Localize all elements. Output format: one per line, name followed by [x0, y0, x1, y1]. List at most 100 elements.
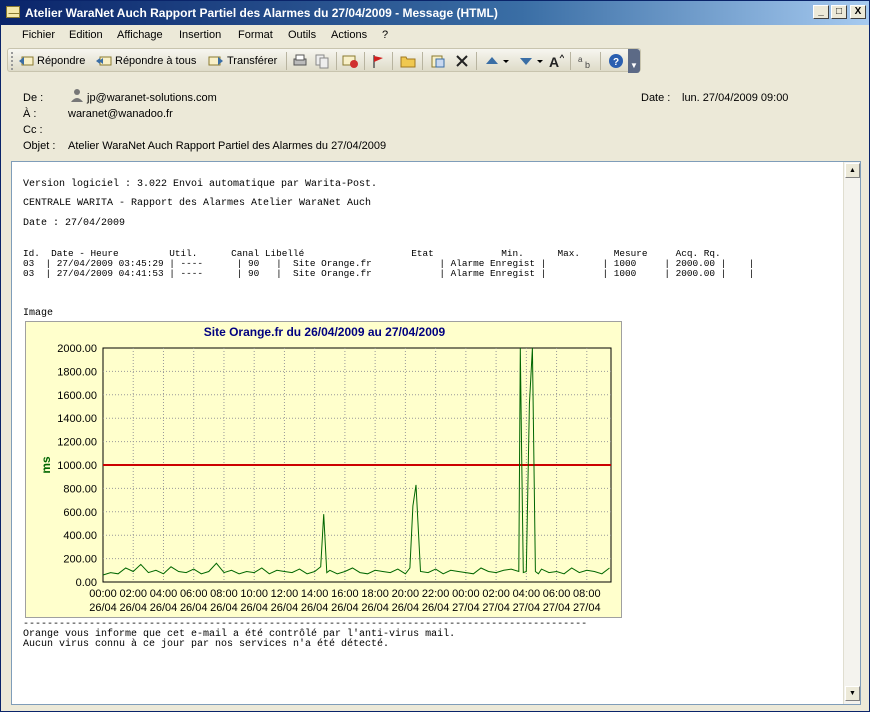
delete-button[interactable] — [454, 52, 473, 70]
x-tick-day: 26/04 — [210, 602, 238, 614]
svg-text:?: ? — [613, 57, 619, 68]
x-tick-day: 26/04 — [301, 602, 329, 614]
forward-button[interactable]: Transférer — [208, 52, 277, 70]
previous-item-button[interactable] — [484, 52, 503, 70]
toolbar-separator — [392, 52, 393, 70]
x-tick-time: 00:00 — [452, 588, 480, 600]
printer-icon — [293, 54, 307, 66]
y-tick-label: 1200.00 — [57, 437, 97, 449]
svg-text:b: b — [585, 60, 590, 69]
move-button[interactable] — [342, 52, 361, 70]
to-value[interactable]: waranet@wanadoo.fr — [68, 108, 173, 120]
x-tick-time: 14:00 — [301, 588, 329, 600]
font-size-button[interactable]: A — [548, 52, 567, 70]
copy-button[interactable] — [314, 52, 333, 70]
menu-help[interactable]: ? — [382, 29, 388, 41]
chart-plot: 0.00200.00400.00600.00800.001000.001200.… — [39, 343, 612, 614]
x-tick-day: 27/04 — [543, 602, 571, 614]
x-tick-day: 26/04 — [392, 602, 420, 614]
toolbar-separator — [336, 52, 337, 70]
x-tick-day: 26/04 — [150, 602, 178, 614]
image-label: Image — [23, 308, 54, 319]
x-tick-day: 27/04 — [452, 602, 480, 614]
x-tick-time: 08:00 — [210, 588, 238, 600]
x-tick-time: 02:00 — [119, 588, 147, 600]
body-version-line: Version logiciel : 3.022 Envoi automatiq… — [23, 179, 378, 190]
menu-bar: Fichier Edition Affichage Insertion Form… — [1, 25, 869, 47]
folder-icon — [400, 56, 416, 68]
next-item-button[interactable] — [518, 52, 537, 70]
subject-value: Atelier WaraNet Auch Rapport Partiel des… — [68, 140, 387, 152]
date-value: lun. 27/04/2009 09:00 — [682, 92, 789, 104]
menu-outils[interactable]: Outils — [288, 29, 316, 41]
x-tick-time: 10:00 — [240, 588, 268, 600]
alarm-table-row: 03 | 27/04/2009 04:41:53 | ---- | 90 | S… — [23, 268, 755, 279]
flag-button[interactable] — [370, 52, 389, 70]
response-time-chart: Site Orange.fr du 26/04/2009 au 27/04/20… — [25, 321, 622, 618]
message-body[interactable]: Version logiciel : 3.022 Envoi automatiq… — [11, 161, 861, 705]
help-icon: ? — [609, 54, 623, 68]
menu-edition[interactable]: Edition — [69, 29, 103, 41]
toolbar-separator — [600, 52, 601, 70]
antivirus-note-2: Aucun virus connu à ce jour par nos serv… — [23, 639, 390, 650]
encoding-button[interactable]: ab — [578, 52, 597, 70]
toolbar-grip[interactable] — [11, 52, 14, 70]
flag-icon — [373, 55, 383, 68]
menu-insertion[interactable]: Insertion — [179, 29, 221, 41]
x-tick-day: 27/04 — [482, 602, 510, 614]
minimize-button[interactable]: _ — [813, 5, 829, 19]
x-tick-day: 27/04 — [513, 602, 541, 614]
from-label: De : — [23, 92, 44, 104]
forward-icon — [208, 56, 223, 66]
previous-dropdown-button[interactable] — [502, 52, 510, 70]
print-button[interactable] — [292, 52, 311, 70]
sender-person-icon — [71, 89, 83, 102]
y-tick-label: 200.00 — [63, 554, 97, 566]
y-tick-label: 1000.00 — [57, 460, 97, 472]
x-tick-day: 26/04 — [361, 602, 389, 614]
folder-button[interactable] — [400, 52, 419, 70]
toolbar-separator — [422, 52, 423, 70]
x-tick-time: 06:00 — [543, 588, 571, 600]
maximize-button[interactable]: □ — [831, 5, 847, 19]
x-tick-time: 20:00 — [392, 588, 420, 600]
vertical-scrollbar[interactable]: ▲ ▼ — [843, 162, 860, 704]
menu-format[interactable]: Format — [238, 29, 273, 41]
x-tick-time: 08:00 — [573, 588, 601, 600]
toolbar-options-button[interactable]: ▼ — [628, 49, 640, 73]
date-label: Date : — [641, 92, 671, 104]
next-dropdown-button[interactable] — [536, 52, 544, 70]
y-tick-label: 800.00 — [63, 483, 97, 495]
to-label: À : — [23, 108, 37, 120]
menu-actions[interactable]: Actions — [331, 29, 367, 41]
x-tick-day: 26/04 — [180, 602, 208, 614]
y-tick-label: 1600.00 — [57, 390, 97, 402]
body-central-line: CENTRALE WARITA - Rapport des Alarmes At… — [23, 198, 372, 209]
reply-button[interactable]: Répondre — [18, 52, 85, 70]
menu-affichage[interactable]: Affichage — [117, 29, 163, 41]
title-bar[interactable]: Atelier WaraNet Auch Rapport Partiel des… — [1, 1, 869, 25]
x-tick-day: 26/04 — [240, 602, 268, 614]
x-tick-time: 06:00 — [180, 588, 208, 600]
scroll-down-button[interactable]: ▼ — [845, 686, 860, 701]
from-value[interactable]: jp@waranet-solutions.com — [87, 92, 217, 104]
menu-fichier[interactable]: Fichier — [22, 29, 55, 41]
x-tick-time: 12:00 — [271, 588, 299, 600]
x-tick-time: 18:00 — [361, 588, 389, 600]
help-button[interactable]: ? — [608, 52, 627, 70]
standard-toolbar: Répondre Répondre à tous Transférer A a … — [7, 48, 641, 72]
close-button[interactable]: X — [850, 5, 866, 19]
arrow-up-icon — [486, 57, 498, 64]
encoding-icon: ab — [578, 55, 590, 69]
delete-icon — [456, 55, 468, 67]
envelope-delete-icon — [342, 55, 358, 68]
reply-icon — [19, 56, 34, 66]
move-to-folder-button[interactable] — [430, 52, 449, 70]
x-tick-day: 26/04 — [331, 602, 359, 614]
x-tick-day: 26/04 — [271, 602, 299, 614]
scroll-up-button[interactable]: ▲ — [845, 163, 860, 178]
window-title: Atelier WaraNet Auch Rapport Partiel des… — [25, 6, 498, 20]
reply-all-button[interactable]: Répondre à tous — [96, 52, 196, 70]
svg-text:A: A — [549, 54, 559, 69]
x-tick-day: 27/04 — [573, 602, 601, 614]
